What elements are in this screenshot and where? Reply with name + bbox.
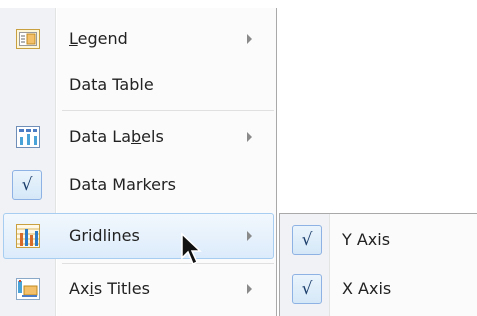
- gridlines-submenu: √ Y Axis √ X Axis: [279, 213, 477, 316]
- menu-item-label: Gridlines: [69, 226, 140, 245]
- menu-item-label-pre: Data La: [69, 127, 132, 146]
- submenu-arrow-icon: [247, 231, 252, 241]
- menu-item-data-labels[interactable]: Data Labels: [3, 114, 274, 160]
- menu-item-data-markers[interactable]: √ Data Markers: [3, 162, 274, 208]
- checkmark-icon: √: [292, 274, 322, 304]
- submenu-item-x-axis[interactable]: √ X Axis: [280, 267, 476, 311]
- mnemonic: L: [69, 29, 78, 48]
- menu-item-legend[interactable]: Legend: [3, 16, 274, 62]
- menu-item-label: Data Markers: [69, 175, 176, 194]
- gridlines-icon: [15, 223, 41, 249]
- menu-item-label-rest: s Titles: [93, 279, 150, 298]
- menu-item-label: Data Table: [69, 75, 154, 94]
- axis-titles-icon: [15, 276, 41, 302]
- menu-item-label-rest: els: [141, 127, 164, 146]
- submenu-arrow-icon: [247, 34, 252, 44]
- menu-top-strip: [0, 0, 277, 8]
- screen: Legend Data Table Data Labels √ Data Mar…: [0, 0, 477, 316]
- menu-item-label: Data Labels: [69, 114, 164, 160]
- menu-separator: [62, 263, 274, 264]
- menu-item-label-rest: egend: [77, 29, 128, 48]
- submenu-item-y-axis[interactable]: √ Y Axis: [280, 218, 476, 262]
- mouse-pointer-icon: [181, 232, 202, 266]
- menu-item-gridlines[interactable]: Gridlines: [3, 213, 274, 259]
- submenu-arrow-icon: [247, 132, 252, 142]
- chart-context-menu: Legend Data Table Data Labels √ Data Mar…: [0, 0, 277, 316]
- checkmark-icon: √: [292, 225, 322, 255]
- menu-item-label: Legend: [69, 16, 128, 62]
- submenu-item-label: X Axis: [342, 279, 392, 298]
- menu-item-data-table[interactable]: Data Table: [3, 62, 274, 108]
- submenu-item-label: Y Axis: [342, 230, 391, 249]
- submenu-arrow-icon: [247, 284, 252, 294]
- mnemonic: b: [131, 127, 142, 146]
- checkmark-icon: √: [12, 170, 42, 200]
- legend-icon: [15, 26, 41, 52]
- menu-item-label: Axis Titles: [69, 266, 150, 312]
- menu-item-label-pre: Ax: [69, 279, 90, 298]
- data-labels-icon: [15, 124, 41, 150]
- menu-separator: [62, 110, 274, 111]
- menu-item-axis-titles[interactable]: Axis Titles: [3, 266, 274, 312]
